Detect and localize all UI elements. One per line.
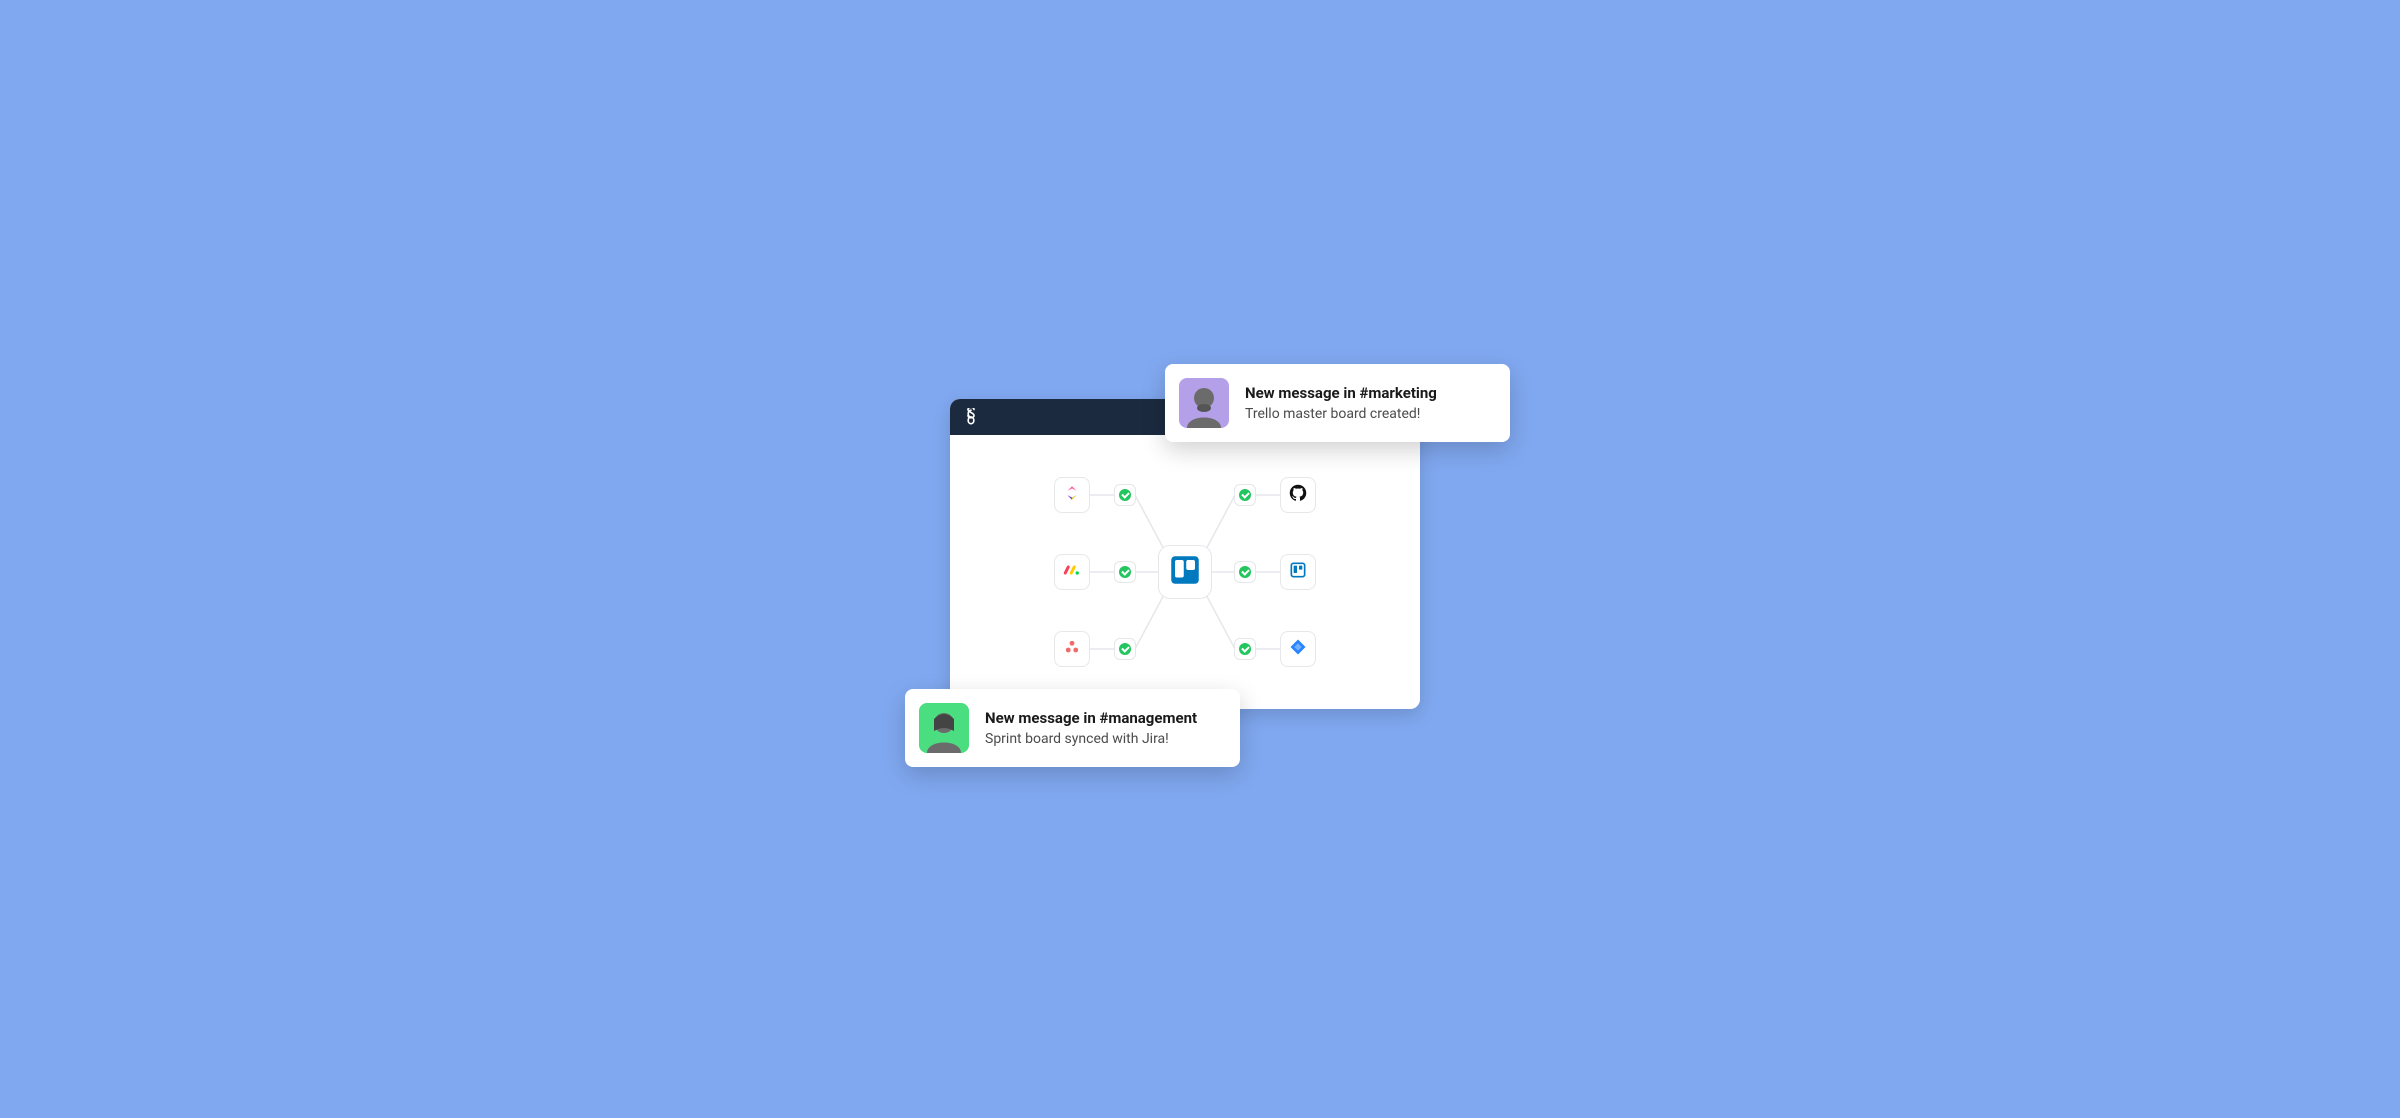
avatar — [919, 703, 969, 753]
status-node — [1234, 484, 1256, 506]
unito-logo-icon — [962, 408, 980, 426]
notification-text: New message in #management Sprint board … — [985, 709, 1197, 747]
notification-title: New message in #management — [985, 709, 1197, 727]
notification-body: Sprint board synced with Jira! — [985, 731, 1197, 747]
monday-icon — [1063, 561, 1081, 583]
clickup-icon — [1063, 484, 1081, 506]
status-node — [1114, 484, 1136, 506]
app-node-monday — [1054, 554, 1090, 590]
app-node-jira — [1280, 631, 1316, 667]
check-icon — [1239, 643, 1251, 655]
integration-canvas — [950, 435, 1420, 709]
center-node-trello — [1158, 545, 1212, 599]
notification-text: New message in #marketing Trello master … — [1245, 384, 1437, 422]
jira-icon — [1289, 638, 1307, 660]
check-icon — [1239, 489, 1251, 501]
trello-outline-icon — [1290, 562, 1306, 582]
app-node-clickup — [1054, 477, 1090, 513]
trello-icon — [1170, 555, 1200, 589]
app-node-trello-alt — [1280, 554, 1316, 590]
app-node-asana — [1054, 631, 1090, 667]
app-window — [950, 399, 1420, 709]
person-icon — [1179, 378, 1229, 428]
notification-card-marketing: New message in #marketing Trello master … — [1165, 364, 1510, 442]
notification-card-management: New message in #management Sprint board … — [905, 689, 1240, 767]
github-icon — [1289, 484, 1307, 506]
check-icon — [1119, 566, 1131, 578]
notification-body: Trello master board created! — [1245, 406, 1437, 422]
status-node — [1234, 561, 1256, 583]
check-icon — [1239, 566, 1251, 578]
app-node-github — [1280, 477, 1316, 513]
check-icon — [1119, 489, 1131, 501]
status-node — [1234, 638, 1256, 660]
asana-icon — [1063, 638, 1081, 660]
person-icon — [919, 703, 969, 753]
illustration-stage: New message in #marketing Trello master … — [850, 309, 1550, 809]
status-node — [1114, 561, 1136, 583]
avatar — [1179, 378, 1229, 428]
status-node — [1114, 638, 1136, 660]
notification-title: New message in #marketing — [1245, 384, 1437, 402]
check-icon — [1119, 643, 1131, 655]
